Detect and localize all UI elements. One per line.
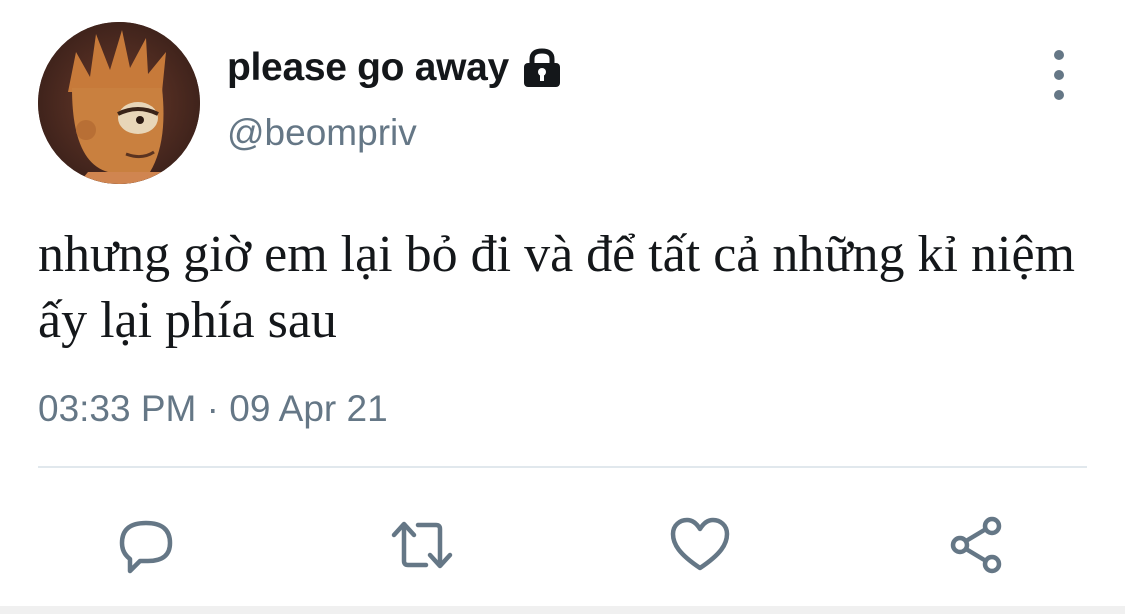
more-vertical-icon-dot-3 xyxy=(1054,90,1064,100)
bottom-separator xyxy=(0,606,1125,614)
heart-icon xyxy=(670,517,730,571)
avatar[interactable] xyxy=(38,22,200,184)
divider xyxy=(38,466,1087,468)
retweet-icon xyxy=(391,521,453,569)
lock-icon xyxy=(521,48,563,88)
share-button[interactable] xyxy=(945,513,1009,577)
display-name[interactable]: please go away xyxy=(227,46,509,90)
user-handle[interactable]: @beompriv xyxy=(227,112,417,154)
retweet-button[interactable] xyxy=(390,513,454,577)
more-options-button[interactable] xyxy=(1040,50,1078,100)
display-name-row: please go away xyxy=(227,42,563,94)
tweet-text: nhưng giờ em lại bỏ đi và để tất cả nhữn… xyxy=(38,226,1075,349)
comment-icon xyxy=(119,520,173,574)
more-vertical-icon-dot-2 xyxy=(1054,70,1064,80)
more-vertical-icon xyxy=(1054,50,1064,60)
like-button[interactable] xyxy=(668,513,732,577)
share-icon xyxy=(950,516,1002,574)
reply-button[interactable] xyxy=(114,513,178,577)
tweet-card: please go away @beompriv nhưng giờ em lạ… xyxy=(0,0,1125,614)
tweet-timestamp: 03:33 PM · 09 Apr 21 xyxy=(38,388,388,429)
avatar-image xyxy=(38,22,200,184)
